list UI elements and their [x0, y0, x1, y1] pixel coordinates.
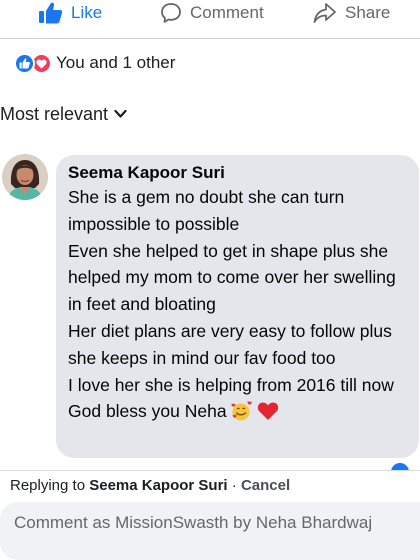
comment-author[interactable]: Seema Kapoor Suri — [68, 162, 409, 184]
thumbs-up-icon — [39, 2, 63, 24]
sort-label: Most relevant — [0, 103, 109, 124]
reply-prefix: Replying to — [10, 477, 86, 494]
avatar[interactable] — [2, 154, 48, 200]
comment-body: She is a gem no doubt she can turn impos… — [68, 184, 409, 429]
comment-composer: Comment as MissionSwasth by Neha Bhardwa… — [0, 500, 420, 560]
share-label: Share — [345, 3, 391, 22]
reply-target: Seema Kapoor Suri — [89, 477, 228, 494]
like-reaction-icon — [14, 53, 35, 74]
chevron-down-icon — [114, 109, 127, 118]
speech-bubble-icon — [161, 3, 181, 23]
smiling-face-with-hearts-icon — [230, 401, 253, 429]
cancel-reply-button[interactable]: Cancel — [241, 477, 290, 494]
post-action-bar: Like Comment Share — [0, 0, 420, 28]
comment-input[interactable]: Comment as MissionSwasth by Neha Bhardwa… — [0, 502, 420, 560]
comment-text: She is a gem no doubt she can turn impos… — [68, 187, 396, 422]
like-button[interactable]: Like — [38, 2, 102, 24]
reply-separator: · — [231, 477, 237, 494]
action-bar-divider — [0, 38, 420, 39]
reaction-summary[interactable]: You and 1 other — [14, 52, 175, 74]
comment-sort-dropdown[interactable]: Most relevant — [0, 103, 127, 125]
comment-label: Comment — [190, 3, 264, 22]
reaction-icons — [14, 52, 56, 74]
profile-photo — [2, 154, 48, 200]
like-label: Like — [71, 3, 103, 22]
reaction-count-text: You and 1 other — [56, 53, 176, 72]
comment-bubble[interactable]: Seema Kapoor Suri She is a gem no doubt … — [56, 155, 419, 458]
reply-context: Replying to Seema Kapoor Suri · Cancel — [10, 477, 290, 494]
comment-button[interactable]: Comment — [160, 2, 264, 24]
reply-bar: Replying to Seema Kapoor Suri · Cancel — [0, 470, 420, 500]
comment-meta-row — [60, 462, 420, 470]
share-button[interactable]: Share — [313, 2, 390, 24]
share-arrow-icon — [313, 3, 336, 23]
red-heart-icon — [257, 401, 279, 429]
